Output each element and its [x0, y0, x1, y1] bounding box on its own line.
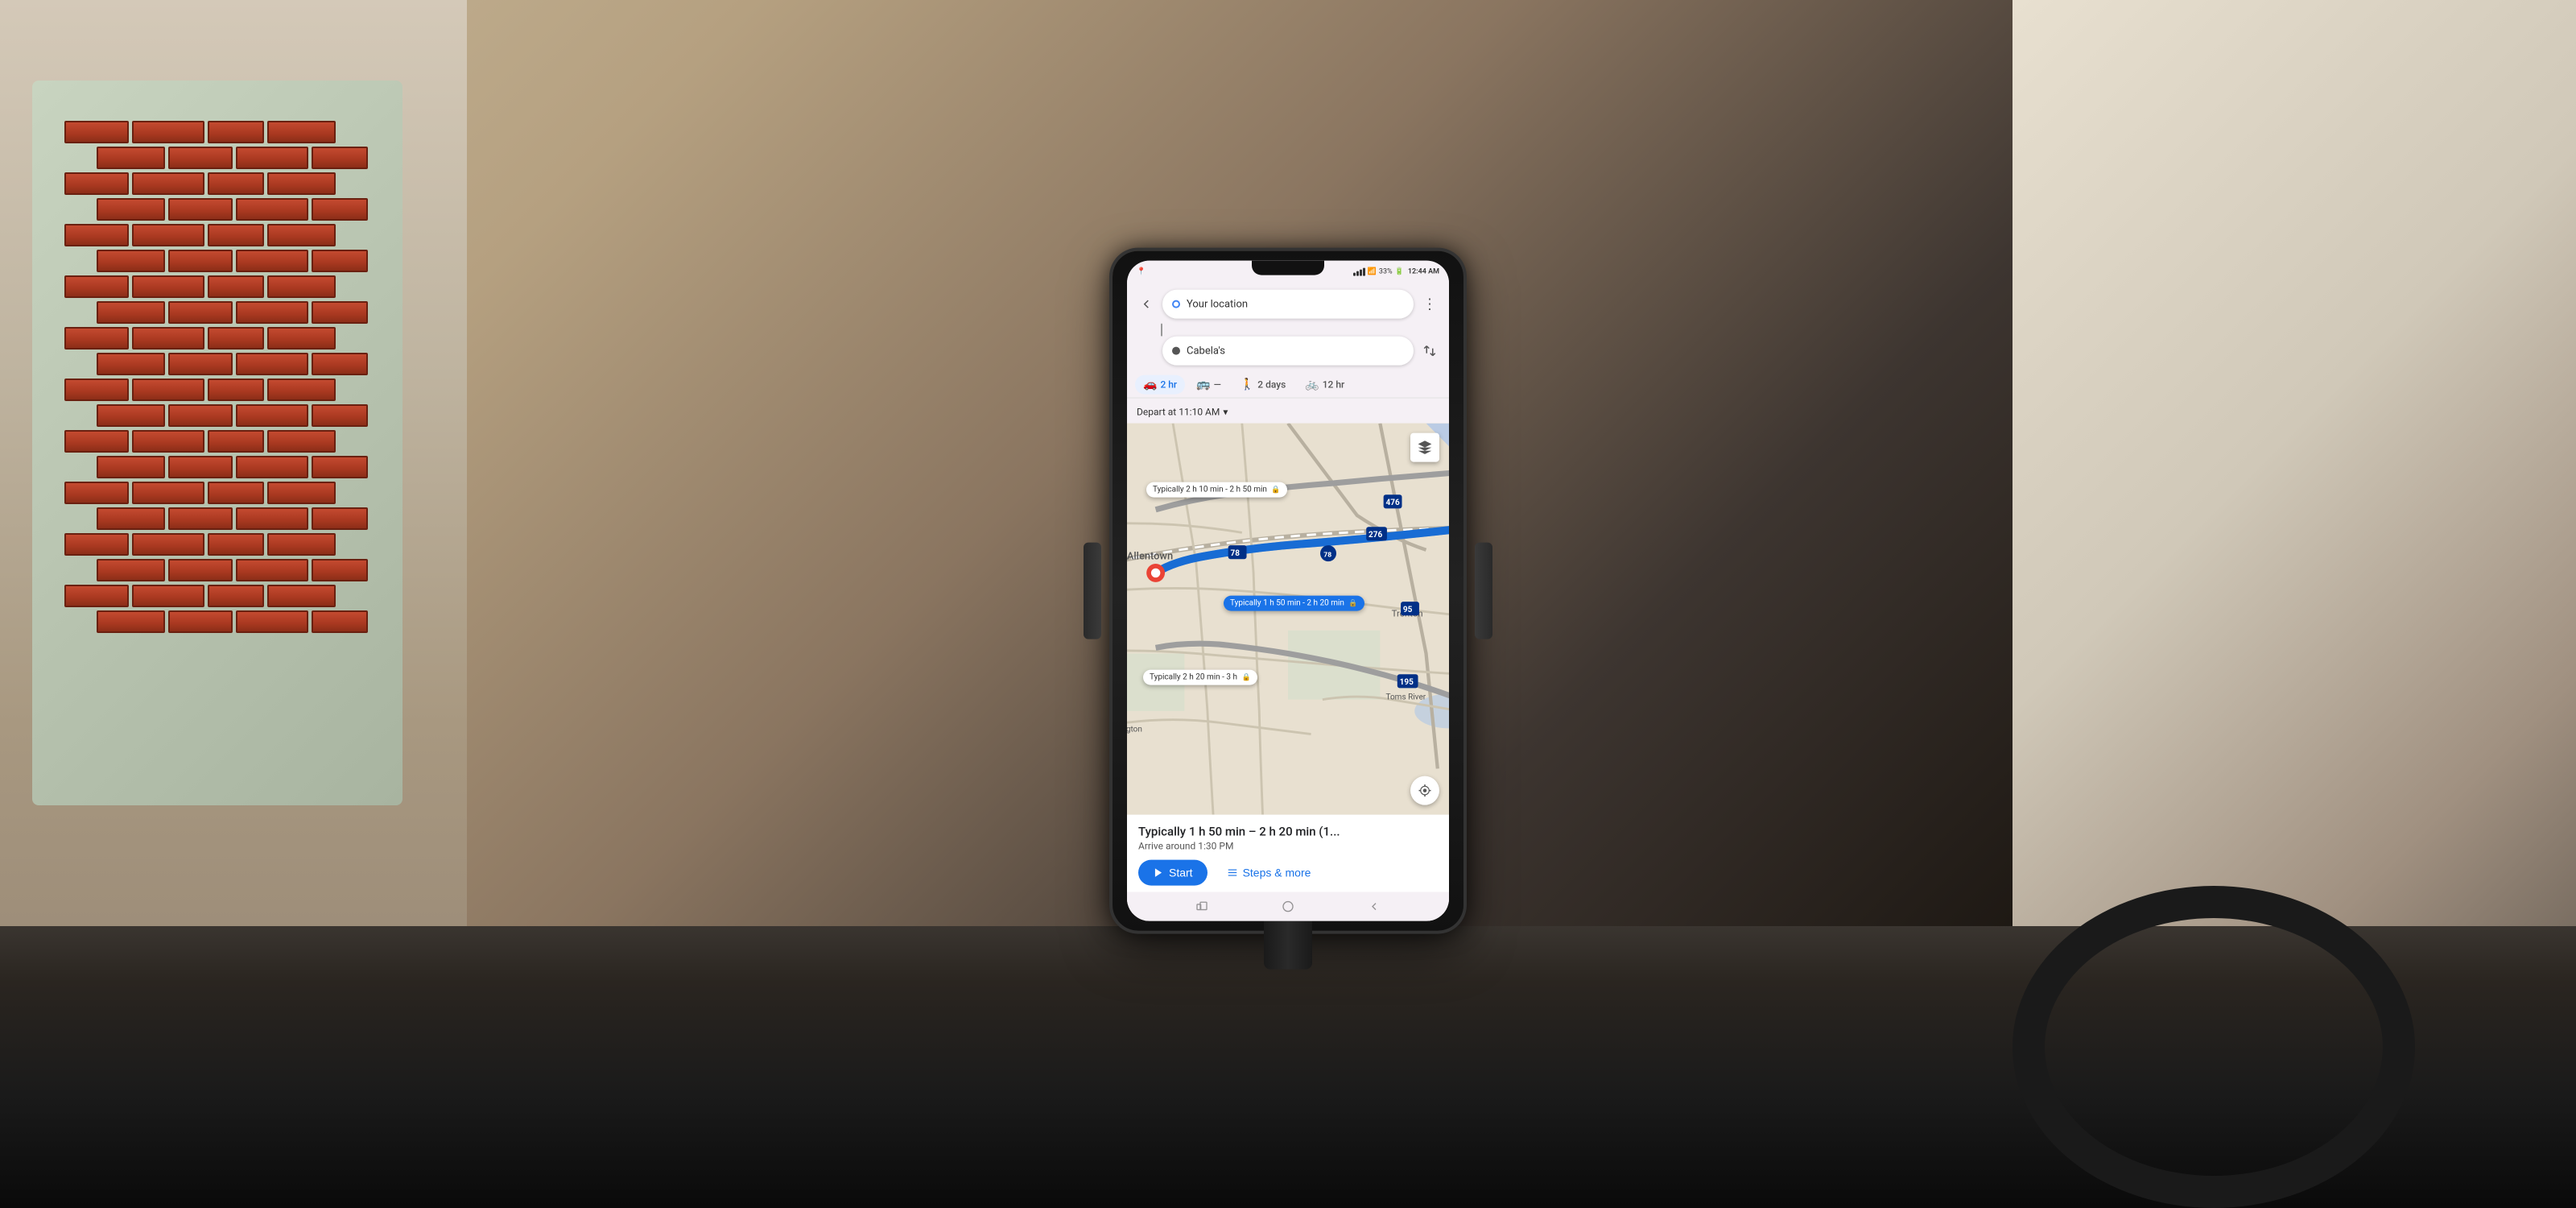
transport-bike[interactable]: 🚲 12 hr [1297, 375, 1352, 395]
svg-text:95: 95 [1403, 606, 1413, 614]
car-duration: 2 hr [1160, 379, 1177, 391]
android-back-button[interactable] [1366, 899, 1382, 915]
clamp-left [1084, 543, 1101, 639]
route-label-2-selected[interactable]: Typically 1 h 50 min - 2 h 20 min 🔒 [1224, 595, 1364, 610]
depart-time-button[interactable]: Depart at 11:10 AM ▾ [1137, 407, 1228, 418]
destination-dot [1172, 347, 1180, 355]
steering-wheel [2013, 886, 2415, 1208]
time-display: 12:44 AM [1408, 268, 1439, 276]
more-options-button[interactable]: ⋮ [1418, 293, 1441, 316]
android-recent-button[interactable] [1194, 899, 1210, 915]
route-connector [1161, 324, 1162, 337]
status-bar-right: 📶 33% 🔋 12:44 AM [1353, 268, 1439, 276]
wifi-icon: 📶 [1368, 268, 1377, 276]
transit-duration: — [1214, 379, 1221, 391]
map-layer-button[interactable] [1410, 433, 1439, 462]
svg-text:Allentown: Allentown [1127, 550, 1173, 562]
android-navbar [1127, 892, 1449, 921]
car-icon: 🚗 [1143, 379, 1157, 391]
transport-bar: 🚗 2 hr 🚌 — 🚶 2 days 🚲 12 hr [1127, 372, 1449, 399]
route-3-lock-icon: 🔒 [1242, 674, 1251, 682]
status-location-icon: 📍 [1137, 268, 1146, 276]
phone-notch [1252, 261, 1324, 275]
clamp-right [1475, 543, 1492, 639]
route-1-lock-icon: 🔒 [1271, 486, 1280, 494]
svg-text:195: 195 [1400, 678, 1414, 687]
route-time-text: Typically 1 h 50 min – 2 h 20 min (1... [1138, 825, 1438, 839]
route-3-text: Typically 2 h 20 min - 3 h [1150, 673, 1237, 682]
android-home-button[interactable] [1280, 899, 1296, 915]
transport-walk[interactable]: 🚶 2 days [1232, 375, 1294, 395]
transit-icon: 🚌 [1196, 379, 1210, 391]
from-location-field[interactable]: Your location [1162, 290, 1414, 319]
destination-text: Cabela's [1187, 345, 1404, 357]
destination-field[interactable]: Cabela's [1162, 337, 1414, 366]
phone-screen: 📍 📶 33% 🔋 12:44 AM [1127, 261, 1449, 921]
svg-text:78: 78 [1231, 549, 1241, 558]
depart-row: Depart at 11:10 AM ▾ [1127, 399, 1449, 424]
route-1-text: Typically 2 h 10 min - 2 h 50 min [1153, 485, 1267, 494]
start-navigation-button[interactable]: Start [1138, 860, 1208, 886]
back-button[interactable] [1135, 293, 1158, 316]
steps-more-button[interactable]: Steps & more [1216, 860, 1323, 886]
nav-row1: Your location ⋮ [1135, 290, 1441, 319]
my-location-button[interactable] [1410, 776, 1439, 805]
battery-level: 33% [1379, 268, 1393, 276]
from-location-dot [1172, 300, 1180, 308]
depart-chevron: ▾ [1223, 407, 1228, 418]
route-2-text: Typically 1 h 50 min - 2 h 20 min [1230, 598, 1344, 607]
bike-icon: 🚲 [1305, 379, 1319, 391]
maps-container: Your location ⋮ Cabela's [1127, 283, 1449, 921]
route-2-lock-icon: 🔒 [1348, 599, 1357, 607]
brick-wall [64, 121, 370, 685]
bottom-panel: Typically 1 h 50 min – 2 h 20 min (1... … [1127, 815, 1449, 892]
nav-row2: Cabela's [1135, 337, 1441, 366]
route-label-3[interactable]: Typically 2 h 20 min - 3 h 🔒 [1143, 670, 1257, 685]
map-area[interactable]: 🚗 Allentown Reading Trenton Toms River W… [1127, 424, 1449, 815]
steps-label: Steps & more [1243, 867, 1311, 879]
from-location-text: Your location [1187, 298, 1404, 310]
svg-text:476: 476 [1386, 499, 1400, 507]
route-label-1[interactable]: Typically 2 h 10 min - 2 h 50 min 🔒 [1146, 482, 1287, 497]
arrive-time-text: Arrive around 1:30 PM [1138, 841, 1438, 852]
action-row: Start Steps & more [1138, 860, 1438, 886]
start-label: Start [1169, 867, 1193, 879]
transport-transit[interactable]: 🚌 — [1188, 375, 1229, 395]
transport-car[interactable]: 🚗 2 hr [1135, 375, 1185, 395]
battery-icon: 🔋 [1395, 268, 1404, 276]
signal-icon [1353, 268, 1365, 276]
walk-icon: 🚶 [1241, 379, 1254, 391]
phone-mount: 📍 📶 33% 🔋 12:44 AM [1127, 261, 1449, 921]
bike-duration: 12 hr [1323, 379, 1345, 391]
nav-top: Your location ⋮ Cabela's [1127, 283, 1449, 372]
walk-duration: 2 days [1257, 379, 1286, 391]
svg-text:276: 276 [1368, 531, 1382, 540]
svg-text:Toms River: Toms River [1386, 693, 1426, 702]
svg-text:Wilmington: Wilmington [1127, 726, 1142, 734]
swap-directions-button[interactable] [1418, 340, 1441, 362]
depart-label: Depart at 11:10 AM [1137, 407, 1220, 418]
svg-text:78: 78 [1323, 551, 1331, 559]
